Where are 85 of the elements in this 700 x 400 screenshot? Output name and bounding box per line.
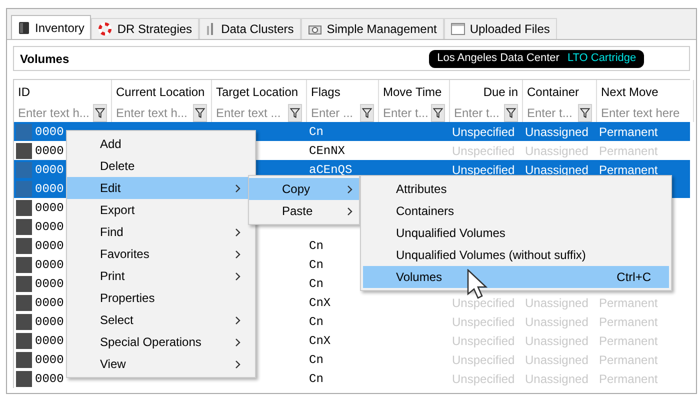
table-cell-text: Cn <box>309 124 324 140</box>
menu-item[interactable]: Special Operations <box>67 331 255 353</box>
table-cell-text: 0000 <box>35 200 64 216</box>
menu-item[interactable]: Favorites <box>67 243 255 265</box>
filter-icon[interactable] <box>193 104 207 122</box>
filter-icon[interactable] <box>504 104 518 122</box>
table-cell-text: 0000 <box>35 276 64 292</box>
filter-field[interactable]: Enter t... <box>383 104 430 122</box>
table-cell-text: Unassigned <box>525 124 588 140</box>
table-cell-text: 0000 <box>35 352 64 368</box>
filter-field[interactable]: Enter t... <box>454 104 503 122</box>
filter-field[interactable]: Enter text h... <box>116 104 192 122</box>
table-cell-text: Cn <box>309 256 324 274</box>
volume-icon <box>16 256 32 272</box>
table-cell-text: CnX <box>309 294 331 312</box>
volume-icon <box>16 370 32 386</box>
table-cell-text: Cn <box>309 238 324 254</box>
table-cell-text: Cn <box>309 370 324 388</box>
menu-item[interactable]: Print <box>67 265 255 287</box>
location-label: Los Angeles Data Center <box>437 51 560 66</box>
table-cell-text: 0000 <box>35 370 64 388</box>
table-cell-text: 0000 <box>35 256 64 274</box>
panel-title: Volumes <box>20 50 70 68</box>
table-cell-text: Cn <box>309 314 324 330</box>
tab[interactable]: Uploaded Files <box>444 18 557 39</box>
camera-icon <box>308 23 322 35</box>
lifebuoy-icon <box>98 22 112 36</box>
filter-icon[interactable] <box>431 104 445 122</box>
volume-icon <box>16 276 32 292</box>
filter-field[interactable]: Enter ... <box>311 104 359 122</box>
table-cell-text: 0000 <box>35 238 64 254</box>
volume-icon <box>16 124 32 140</box>
table-cell-text: Permanent <box>599 124 658 140</box>
table-cell-text: Cn <box>309 276 324 292</box>
volume-icon <box>16 238 32 254</box>
table-cell-text: 0000 <box>35 142 64 160</box>
volume-icon <box>16 332 32 348</box>
table-cell-text: CnX <box>309 332 331 350</box>
filter-icon[interactable] <box>93 104 107 122</box>
filter-field[interactable]: Enter text ... <box>216 104 287 122</box>
filter-icon[interactable] <box>360 104 374 122</box>
media-label: LTO Cartridge <box>567 51 636 66</box>
volume-icon <box>16 162 32 178</box>
menu-item[interactable]: Unqualified Volumes (without suffix) <box>363 244 669 266</box>
table-cell-text: 0000 <box>35 218 64 236</box>
table-cell-text: 0000 <box>35 332 64 350</box>
volume-icon <box>16 142 32 158</box>
window-icon <box>450 23 465 35</box>
filter-icon[interactable] <box>578 104 592 122</box>
menu-item[interactable]: Containers <box>363 200 669 222</box>
menu-item[interactable]: Find <box>67 221 255 243</box>
tab[interactable]: Inventory <box>11 15 92 39</box>
table-cell-text: Permanent <box>599 162 658 178</box>
table-cell-text: Unspecified <box>452 124 515 140</box>
tab[interactable]: DR Strategies <box>91 18 200 39</box>
table-cell-text: Unspecified <box>452 162 515 178</box>
filter-field[interactable]: Enter text here <box>601 104 689 122</box>
menu-item[interactable]: Select <box>67 309 255 331</box>
menu-item[interactable]: Paste <box>249 200 359 222</box>
shortcut-label: Ctrl+C <box>616 269 651 286</box>
volume-icon <box>16 180 32 196</box>
tab[interactable]: Simple Management <box>300 18 444 39</box>
table-cell-text: 0000 <box>35 180 64 198</box>
volume-icon <box>16 352 32 368</box>
menu-item[interactable]: Unqualified Volumes <box>363 222 669 244</box>
filter-icon[interactable] <box>288 104 302 122</box>
volume-icon <box>16 200 32 216</box>
table-cell-text: 0000 <box>35 162 64 178</box>
table-cell-text: 0000 <box>35 294 64 312</box>
table-cell-text: Cn <box>309 352 324 368</box>
table-cell-text: 0000 <box>35 124 64 140</box>
menu-item[interactable]: Volumes Ctrl+C <box>363 266 669 288</box>
tab[interactable]: Data Clusters <box>199 18 301 39</box>
table-cell-text: Unassigned <box>525 162 588 178</box>
menu-item[interactable]: Attributes <box>363 178 669 200</box>
volume-icon <box>16 314 32 330</box>
table-cell-text: 0000 <box>35 314 64 330</box>
filter-field[interactable]: Enter t... <box>527 104 577 122</box>
tape-icon <box>18 20 30 34</box>
menu-item[interactable]: Copy <box>249 178 359 200</box>
filter-field[interactable]: Enter text h... <box>18 104 92 122</box>
table-cell-text: CEnNX <box>309 142 346 160</box>
volume-icon <box>16 294 32 310</box>
volume-icon <box>16 218 32 234</box>
table-cell-text: aCEnQS <box>309 162 352 178</box>
